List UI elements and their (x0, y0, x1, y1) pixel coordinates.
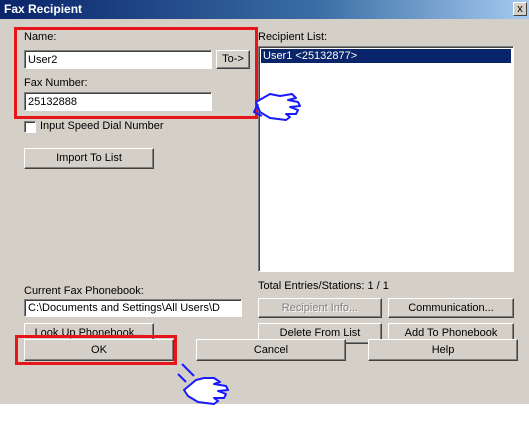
phonebook-label: Current Fax Phonebook: (24, 285, 144, 297)
recipient-info-button[interactable]: Recipient Info... (258, 298, 382, 318)
window-title: Fax Recipient (4, 2, 83, 16)
recipient-listbox[interactable]: User1 <25132877> (258, 46, 514, 272)
pointing-hand-icon (177, 363, 229, 405)
close-button[interactable]: x (513, 2, 527, 16)
recipient-list-item[interactable]: User1 <25132877> (261, 49, 511, 63)
highlight-box-ok (15, 335, 177, 365)
import-to-list-button[interactable]: Import To List (24, 148, 154, 169)
pointing-hand-icon (253, 93, 301, 121)
total-entries-text: Total Entries/Stations: 1 / 1 (258, 280, 389, 292)
phonebook-path-field: C:\Documents and Settings\All Users\D (24, 299, 242, 317)
highlight-box-name-fax (14, 27, 258, 119)
help-button[interactable]: Help (368, 339, 518, 361)
cancel-button[interactable]: Cancel (196, 339, 346, 361)
title-bar: Fax Recipient (0, 0, 529, 19)
speed-dial-label: Input Speed Dial Number (40, 120, 164, 132)
recipient-list-label: Recipient List: (258, 31, 328, 43)
communication-button[interactable]: Communication... (388, 298, 514, 318)
speed-dial-checkbox[interactable] (24, 121, 36, 133)
close-icon: x (517, 3, 523, 15)
